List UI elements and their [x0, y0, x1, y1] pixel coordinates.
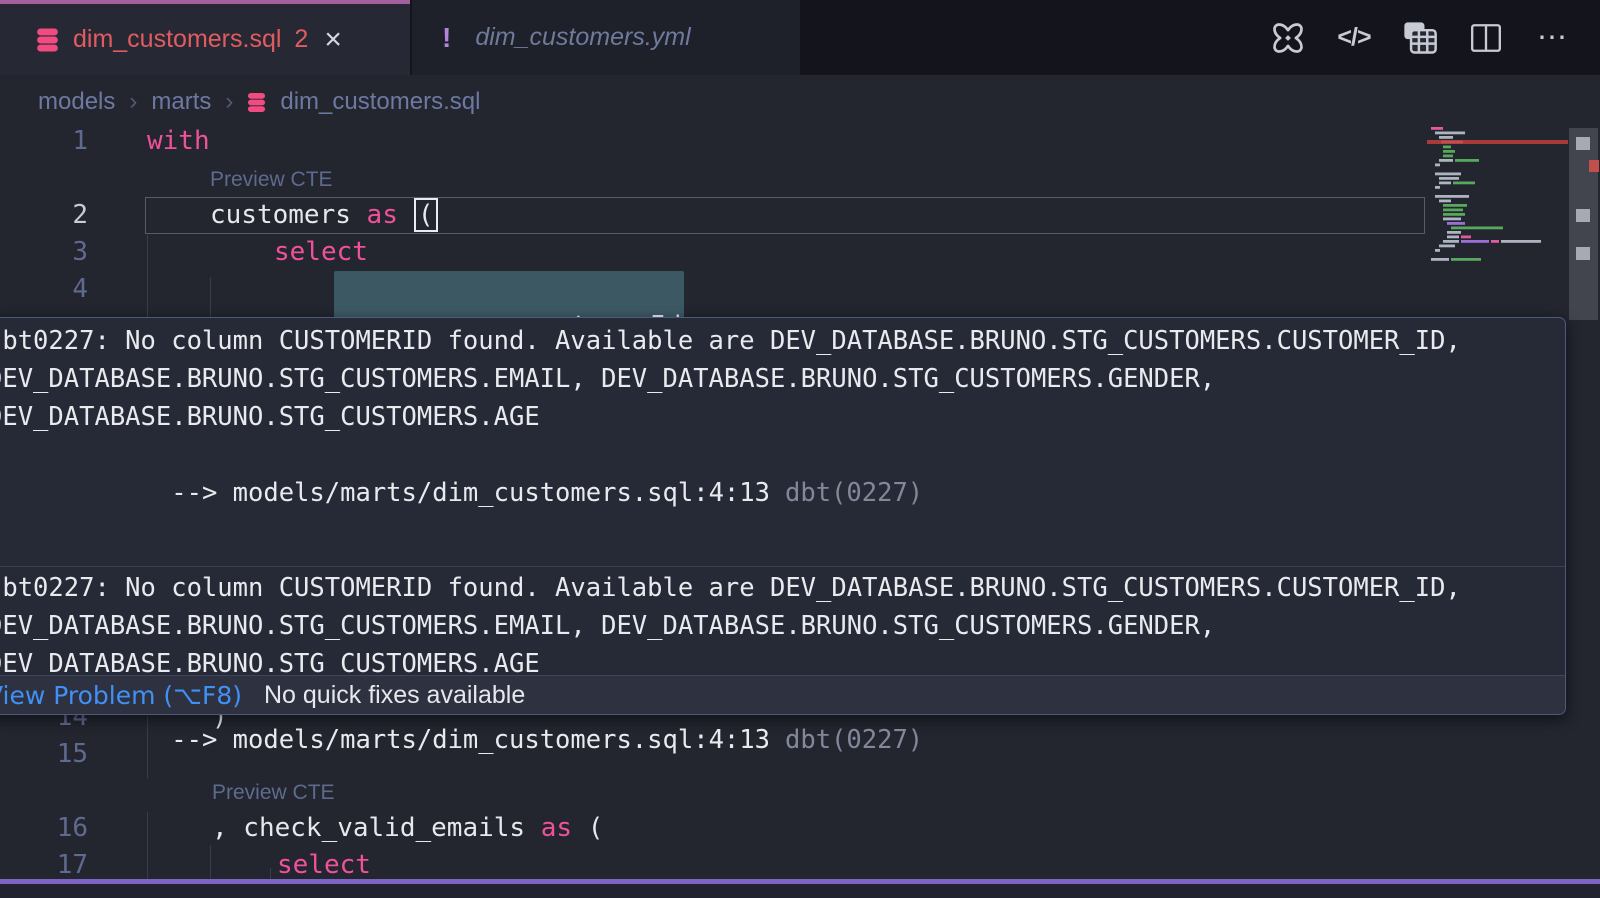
chevron-right-icon: ›	[225, 88, 233, 116]
database-icon	[36, 27, 59, 53]
more-actions-icon[interactable]: ⋯	[1532, 18, 1572, 58]
ruler-error-marker	[1589, 160, 1599, 172]
code-line-16[interactable]: 16 , check_valid_emails as (	[0, 810, 1600, 847]
error-location-link[interactable]: --> models/marts/dim_customers.sql:4:13	[141, 725, 770, 755]
database-icon	[247, 92, 266, 113]
view-problem-link[interactable]: View Problem (⌥F8)	[0, 681, 242, 710]
current-line-highlight	[145, 197, 1425, 234]
close-icon[interactable]: ×	[324, 25, 342, 55]
hover-status-bar: View Problem (⌥F8) No quick fixes availa…	[0, 675, 1565, 714]
editor-actions: </> ⋯	[1268, 0, 1572, 75]
line-number: 16	[0, 810, 88, 847]
minimap[interactable]	[1427, 127, 1568, 263]
cte-name: , check_valid_emails	[212, 813, 541, 843]
tab-label: dim_customers.yml	[475, 23, 690, 52]
line-number: 4	[0, 271, 88, 308]
keyword-select: select	[277, 850, 371, 879]
code-line-1[interactable]: 1 with	[0, 123, 1600, 160]
ruler-marker	[1576, 247, 1590, 260]
tab-dim-customers-yml[interactable]: ! dim_customers.yml	[412, 0, 800, 75]
editor-pane: models › marts › dim_customers.sql 1 wit…	[0, 75, 1600, 879]
scrollbar-slider[interactable]	[1569, 128, 1598, 320]
vscode-window: dim_customers.sql 2 × ! dim_customers.ym…	[0, 0, 1600, 898]
tab-editor-count-badge: 2	[294, 25, 308, 54]
compiled-code-icon[interactable]: </>	[1334, 18, 1374, 58]
tab-label: dim_customers.sql	[73, 25, 281, 54]
ruler-marker	[1576, 209, 1590, 222]
line-number: 3	[0, 234, 88, 271]
indent-guide	[147, 235, 148, 317]
breadcrumb-marts[interactable]: marts	[151, 88, 211, 116]
keyword-as: as	[541, 813, 572, 843]
breadcrumb: models › marts › dim_customers.sql	[38, 85, 480, 119]
error-location-link[interactable]: --> models/marts/dim_customers.sql:4:13	[141, 478, 770, 508]
desktop-strip	[0, 884, 1600, 898]
warning-exclamation-icon: !	[442, 22, 451, 54]
indent-guide	[210, 277, 211, 317]
code-line-4[interactable]: 4 customerId	[0, 271, 1600, 308]
split-editor-icon[interactable]	[1466, 18, 1506, 58]
breadcrumb-models[interactable]: models	[38, 88, 115, 116]
code-line-17[interactable]: 17 select	[0, 847, 1600, 879]
keyword-select: select	[274, 237, 368, 267]
error-source: dbt(0227)	[785, 478, 923, 508]
error-hover-tooltip: dbt0227: No column CUSTOMERID found. Ava…	[0, 317, 1566, 715]
keyword-with: with	[147, 126, 210, 156]
tab-dim-customers-sql[interactable]: dim_customers.sql 2 ×	[0, 0, 410, 75]
line-number: 1	[0, 123, 88, 160]
breadcrumb-file[interactable]: dim_customers.sql	[280, 88, 480, 116]
dbt-power-user-icon[interactable]	[1268, 18, 1308, 58]
tab-bar: dim_customers.sql 2 × ! dim_customers.ym…	[0, 0, 1600, 75]
ruler-marker	[1576, 137, 1590, 150]
query-results-icon[interactable]	[1400, 18, 1440, 58]
codelens-preview-cte[interactable]: Preview CTE	[210, 168, 333, 191]
error-source: dbt(0227)	[785, 725, 923, 755]
code-lines-top: 1 with Preview CTE 2 customers as( 3 sel…	[0, 123, 1600, 308]
chevron-right-icon: ›	[129, 88, 137, 116]
no-quick-fixes-label: No quick fixes available	[264, 681, 525, 710]
codelens-row: Preview CTE	[0, 160, 1600, 197]
line-number-active: 2	[0, 197, 88, 234]
code-line-2[interactable]: 2 customers as(	[0, 197, 1600, 234]
error-message-block-1: dbt0227: No column CUSTOMERID found. Ava…	[0, 318, 1565, 550]
code-line-3[interactable]: 3 select	[0, 234, 1600, 271]
line-number: 17	[0, 847, 88, 879]
